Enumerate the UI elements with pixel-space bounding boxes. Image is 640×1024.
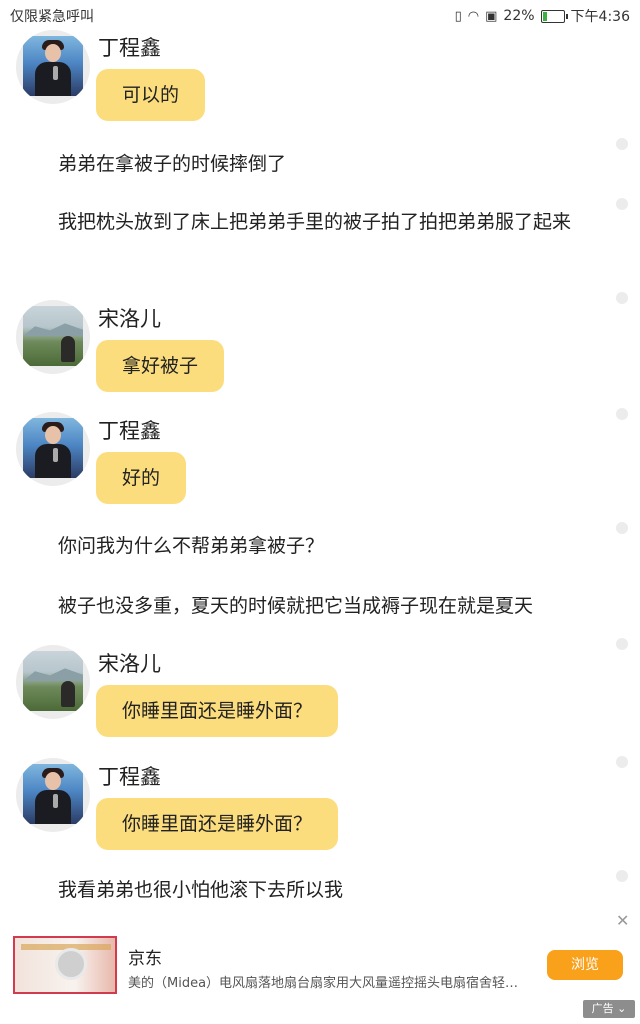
narration-text: 你问我为什么不帮弟弟拿被子？ — [58, 535, 325, 557]
message-bubble: 你睡里面还是睡外面？ — [96, 685, 339, 737]
sender-name: 丁程鑫 — [98, 765, 161, 789]
close-icon[interactable]: ✕ — [616, 911, 629, 930]
status-icons: ▯ ◠ ▣ 22% 下午4:36 — [455, 6, 630, 26]
avatar-song-luoer[interactable] — [16, 645, 90, 719]
sender-name: 宋洛儿 — [98, 652, 161, 676]
battery-icon — [540, 9, 568, 23]
battery-percent: 22% — [503, 8, 535, 24]
narration-text: 被子也没多重，夏天的时候就把它当成褥子现在就是夏天 — [58, 595, 534, 617]
message-bubble: 好的 — [96, 452, 187, 504]
message-bubble: 拿好被子 — [96, 340, 225, 392]
comment-dot[interactable] — [616, 870, 628, 882]
narration-text: 我看弟弟也很小怕他滚下去所以我 — [58, 879, 344, 901]
ad-brand: 京东 — [128, 949, 162, 969]
ad-tag-label: 广告 — [591, 1002, 614, 1015]
comment-dot[interactable] — [616, 408, 628, 420]
ad-image[interactable] — [13, 936, 117, 994]
chat-story: 丁程鑫 可以的 弟弟在拿被子的时候摔倒了 我把枕头放到了床上把弟弟手里的被子拍了… — [0, 30, 640, 920]
sender-name: 丁程鑫 — [98, 36, 161, 60]
carrier-status: 仅限紧急呼叫 — [10, 9, 94, 25]
comment-dot[interactable] — [616, 198, 628, 210]
comment-dot[interactable] — [616, 292, 628, 304]
avatar-song-luoer[interactable] — [16, 300, 90, 374]
wifi-icon: ◠ — [467, 8, 480, 24]
browse-button[interactable]: 浏览 — [547, 950, 623, 980]
battery-saver-icon: ▣ — [485, 8, 498, 24]
narration-text: 我把枕头放到了床上把弟弟手里的被子拍了拍把弟弟服了起来 — [58, 211, 572, 233]
comment-dot[interactable] — [616, 756, 628, 768]
ad-banner[interactable]: 京东 美的（Midea）电风扇落地扇台扇家用大风量遥控摇头电扇宿舍轻音低噪...… — [0, 930, 640, 1024]
avatar-ding-chengxin[interactable] — [16, 758, 90, 832]
avatar-ding-chengxin[interactable] — [16, 30, 90, 104]
ad-description: 美的（Midea）电风扇落地扇台扇家用大风量遥控摇头电扇宿舍轻音低噪... — [128, 976, 528, 991]
avatar-ding-chengxin[interactable] — [16, 412, 90, 486]
sender-name: 宋洛儿 — [98, 307, 161, 331]
comment-dot[interactable] — [616, 522, 628, 534]
clock: 下午4:36 — [570, 9, 630, 25]
vibrate-icon: ▯ — [454, 8, 462, 24]
sender-name: 丁程鑫 — [98, 419, 161, 443]
message-bubble: 可以的 — [96, 69, 206, 121]
ad-tag[interactable]: 广告 ⌄ — [583, 1000, 635, 1018]
status-bar: 仅限紧急呼叫 ▯ ◠ ▣ 22% 下午4:36 — [0, 0, 640, 30]
narration-text: 弟弟在拿被子的时候摔倒了 — [58, 153, 287, 175]
message-bubble: 你睡里面还是睡外面？ — [96, 798, 339, 850]
comment-dot[interactable] — [616, 138, 628, 150]
comment-dot[interactable] — [616, 638, 628, 650]
